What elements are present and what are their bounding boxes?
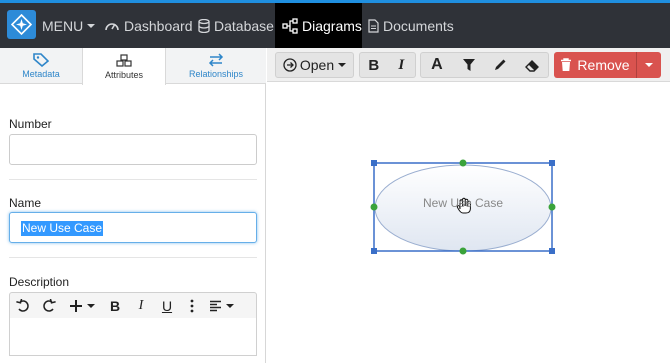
pencil-icon bbox=[495, 59, 506, 70]
connection-point[interactable] bbox=[548, 203, 556, 211]
number-input[interactable] bbox=[9, 134, 257, 165]
resize-handle[interactable] bbox=[549, 248, 555, 254]
nav-diagrams-label: Diagrams bbox=[302, 17, 362, 34]
redo-icon bbox=[43, 298, 56, 312]
caret-down-icon bbox=[645, 63, 653, 67]
diamond-logo-icon bbox=[11, 14, 32, 35]
app-logo[interactable] bbox=[7, 10, 36, 39]
nav-documents[interactable]: Documents bbox=[368, 3, 454, 48]
resize-handle[interactable] bbox=[549, 160, 555, 166]
remove-button-label: Remove bbox=[577, 57, 630, 73]
nav-database[interactable]: Database bbox=[198, 3, 274, 48]
use-case-label: New Use Case bbox=[422, 196, 504, 210]
underline-button[interactable]: U bbox=[154, 293, 180, 318]
cubes-icon bbox=[116, 53, 132, 67]
undo-button[interactable] bbox=[10, 293, 36, 318]
tab-metadata-label: Metadata bbox=[22, 69, 60, 79]
eraser-button[interactable] bbox=[516, 53, 548, 77]
arrow-circle-right-icon bbox=[283, 58, 297, 72]
nav-menu[interactable]: MENU bbox=[42, 3, 96, 48]
name-input[interactable]: New Use Case bbox=[9, 212, 257, 243]
pencil-button[interactable] bbox=[485, 53, 517, 77]
top-navbar: MENU Dashboard Database Diagrams Documen… bbox=[0, 0, 670, 48]
align-left-icon bbox=[209, 300, 221, 311]
divider bbox=[9, 257, 257, 258]
divider bbox=[9, 179, 257, 180]
description-label: Description bbox=[9, 275, 70, 289]
remove-dropdown-button[interactable] bbox=[636, 52, 661, 78]
name-label: Name bbox=[9, 196, 42, 210]
sitemap-icon bbox=[282, 17, 298, 34]
nav-dashboard[interactable]: Dashboard bbox=[104, 3, 193, 48]
tab-metadata[interactable]: Metadata bbox=[0, 48, 82, 84]
text-style-group: B I bbox=[359, 52, 416, 78]
database-icon bbox=[198, 18, 210, 33]
connection-point[interactable] bbox=[370, 203, 378, 211]
italic-button[interactable]: I bbox=[128, 293, 154, 318]
connection-point[interactable] bbox=[459, 159, 467, 167]
tab-relationships-label: Relationships bbox=[188, 69, 244, 79]
italic-icon: I bbox=[138, 297, 144, 313]
font-button[interactable]: A bbox=[421, 53, 453, 77]
underline-icon: U bbox=[161, 297, 173, 314]
number-label: Number bbox=[9, 117, 52, 131]
caret-down-icon bbox=[87, 303, 95, 308]
description-editor[interactable] bbox=[9, 318, 257, 356]
tab-attributes[interactable]: Attributes bbox=[82, 48, 166, 85]
open-button-label: Open bbox=[299, 57, 335, 73]
filter-icon bbox=[462, 59, 475, 71]
italic-button[interactable]: I bbox=[388, 53, 416, 77]
insert-dropdown-button[interactable] bbox=[62, 293, 102, 318]
richtext-toolbar: B I U bbox=[9, 292, 257, 319]
bold-button[interactable]: B bbox=[102, 293, 128, 318]
bold-icon: B bbox=[109, 297, 121, 314]
eraser-icon bbox=[524, 59, 539, 72]
caret-down-icon bbox=[338, 63, 347, 67]
nav-diagrams[interactable]: Diagrams bbox=[275, 3, 362, 48]
gauge-icon bbox=[105, 22, 119, 30]
nav-documents-label: Documents bbox=[383, 17, 454, 34]
caret-down-icon bbox=[87, 23, 96, 28]
align-dropdown-button[interactable] bbox=[204, 293, 238, 318]
redo-button[interactable] bbox=[36, 293, 62, 318]
properties-tabs: Metadata Attributes Relationships bbox=[0, 48, 266, 85]
ellipsis-vertical-icon bbox=[190, 299, 194, 312]
tab-attributes-label: Attributes bbox=[104, 69, 144, 80]
connection-point[interactable] bbox=[459, 247, 467, 255]
properties-panel: Metadata Attributes Relationships Number… bbox=[0, 48, 266, 363]
name-input-value: New Use Case bbox=[21, 221, 104, 236]
diagram-canvas[interactable]: New Use Case bbox=[267, 83, 670, 363]
diagram-toolbar: Open B I A Remove bbox=[267, 48, 670, 82]
italic-icon: I bbox=[398, 56, 405, 73]
open-button[interactable]: Open bbox=[276, 53, 353, 77]
remove-button[interactable]: Remove bbox=[554, 52, 636, 78]
nav-dashboard-label: Dashboard bbox=[124, 17, 193, 34]
more-options-button[interactable] bbox=[180, 293, 204, 318]
filter-button[interactable] bbox=[453, 53, 485, 77]
nav-database-label: Database bbox=[214, 17, 274, 34]
plus-icon bbox=[70, 299, 82, 312]
bold-icon: B bbox=[368, 56, 380, 74]
resize-handle[interactable] bbox=[371, 248, 377, 254]
tab-relationships[interactable]: Relationships bbox=[166, 48, 266, 84]
format-group: A bbox=[420, 52, 549, 78]
bold-button[interactable]: B bbox=[360, 53, 388, 77]
diagram-panel: Open B I A Remove New Use Case bbox=[267, 48, 670, 363]
font-icon: A bbox=[431, 56, 443, 73]
tag-icon bbox=[33, 53, 49, 67]
trash-icon bbox=[561, 58, 572, 71]
nav-menu-label: MENU bbox=[42, 17, 84, 34]
open-group: Open bbox=[275, 52, 354, 78]
diagram-svg bbox=[370, 159, 556, 255]
file-icon bbox=[368, 18, 379, 33]
undo-icon bbox=[16, 298, 29, 312]
exchange-icon bbox=[208, 53, 224, 67]
resize-handle[interactable] bbox=[371, 160, 377, 166]
caret-down-icon bbox=[225, 303, 234, 308]
